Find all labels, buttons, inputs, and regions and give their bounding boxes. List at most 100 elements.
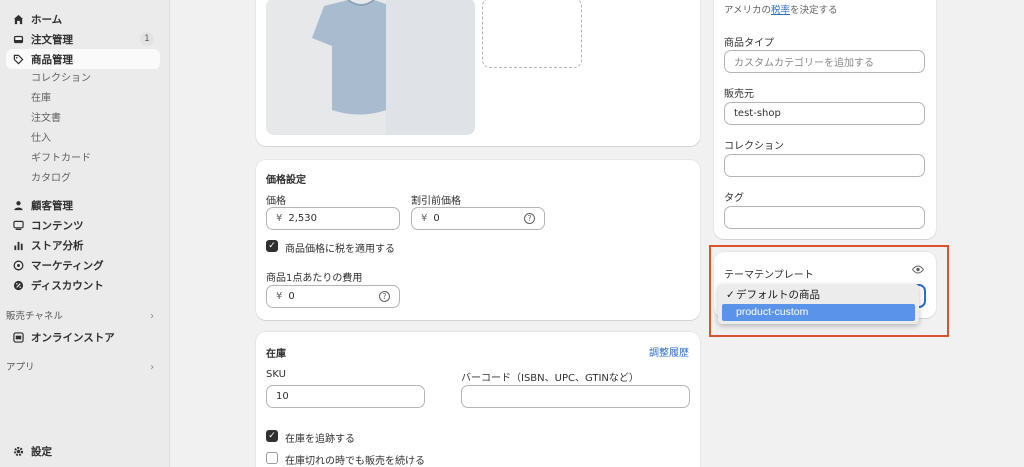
pricing-card: 価格設定 価格 ¥ 2,530 割引前価格 ¥ 0 ? ✓ 商品価格に税を適用す… xyxy=(256,160,700,320)
nav-products-label: 商品管理 xyxy=(31,53,73,66)
continue-selling-checkbox[interactable] xyxy=(266,452,278,464)
help-icon[interactable]: ? xyxy=(524,213,535,224)
discount-icon xyxy=(12,279,24,291)
chevron-right-icon: › xyxy=(150,311,154,322)
sku-input[interactable]: 10 xyxy=(266,385,425,408)
price-label: 価格 xyxy=(266,196,286,207)
sidebar-sub-catalogs[interactable]: カタログ xyxy=(31,171,71,187)
nav-orders[interactable]: 注文管理 1 xyxy=(6,29,160,49)
apps-label: アプリ xyxy=(6,362,35,373)
nav-settings[interactable]: 設定 xyxy=(6,441,160,461)
template-option-default[interactable]: ✓ デフォルトの商品 xyxy=(722,287,915,304)
sidebar-sub-collections[interactable]: コレクション xyxy=(31,71,91,87)
nav-analytics-label: ストア分析 xyxy=(31,239,84,252)
tag-icon xyxy=(12,53,24,65)
nav-online-store-label: オンラインストア xyxy=(31,331,115,344)
tax-note-prefix: アメリカの xyxy=(724,5,772,16)
collections-label: コレクション xyxy=(724,141,784,152)
media-card xyxy=(256,0,700,146)
vendor-value: test-shop xyxy=(734,108,781,119)
continue-selling-label: 在庫切れの時でも販売を続ける xyxy=(285,456,425,467)
sidebar-sub-gift-cards[interactable]: ギフトカード xyxy=(31,151,91,167)
sidebar-sub-inventory[interactable]: 在庫 xyxy=(31,91,51,107)
nav-marketing-label: マーケティング xyxy=(31,259,104,272)
gear-icon xyxy=(12,445,24,457)
adjustment-history-link[interactable]: 調整履歴 xyxy=(649,344,689,359)
nav-customers-label: 顧客管理 xyxy=(31,199,73,212)
product-image[interactable] xyxy=(266,0,475,135)
tax-rate-link[interactable]: 税率 xyxy=(771,5,790,16)
compare-price-currency: ¥ xyxy=(421,213,428,224)
sku-value: 10 xyxy=(276,391,289,402)
theme-template-title: テーマテンプレート xyxy=(724,270,814,281)
compare-price-value: 0 xyxy=(433,213,440,224)
pricing-title: 価格設定 xyxy=(266,175,306,186)
apps-section[interactable]: アプリ › xyxy=(6,360,160,376)
product-organization-card: アメリカの税率を決定する 商品タイプ カスタムカテゴリーを追加する 販売元 te… xyxy=(714,0,936,239)
nav-online-store[interactable]: オンラインストア xyxy=(6,327,160,347)
collections-input[interactable] xyxy=(724,154,925,177)
tax-checkbox-label: 商品価格に税を適用する xyxy=(285,244,395,255)
vendor-input[interactable]: test-shop xyxy=(724,102,925,125)
compare-price-input[interactable]: ¥ 0 ? xyxy=(411,207,545,230)
nav-home[interactable]: ホーム xyxy=(6,9,160,29)
home-icon xyxy=(12,13,24,25)
content-icon xyxy=(12,219,24,231)
tags-label: タグ xyxy=(724,193,744,204)
nav-content[interactable]: コンテンツ xyxy=(6,215,160,235)
sidebar-sub-purchase-orders[interactable]: 注文書 xyxy=(31,111,61,127)
product-type-input[interactable]: カスタムカテゴリーを追加する xyxy=(724,50,925,73)
price-input[interactable]: ¥ 2,530 xyxy=(266,207,400,230)
product-type-label: 商品タイプ xyxy=(724,38,774,49)
track-inventory-checkbox[interactable]: ✓ xyxy=(266,430,278,442)
price-value: 2,530 xyxy=(288,213,318,224)
help-icon[interactable]: ? xyxy=(379,291,390,302)
nav-orders-label: 注文管理 xyxy=(31,33,73,46)
price-currency: ¥ xyxy=(276,213,283,224)
tax-note: アメリカの税率を決定する xyxy=(724,2,838,16)
nav-analytics[interactable]: ストア分析 xyxy=(6,235,160,255)
product-type-placeholder: カスタムカテゴリーを追加する xyxy=(734,58,874,69)
cost-value: 0 xyxy=(288,291,295,302)
target-icon xyxy=(12,259,24,271)
compare-price-label: 割引前価格 xyxy=(411,196,461,207)
sku-label: SKU xyxy=(266,369,286,380)
person-icon xyxy=(12,199,24,211)
cost-label: 商品1点あたりの費用 xyxy=(266,273,363,284)
cost-input[interactable]: ¥ 0 ? xyxy=(266,285,400,308)
sales-channels-section[interactable]: 販売チャネル › xyxy=(6,309,160,325)
nav-home-label: ホーム xyxy=(31,13,63,26)
inbox-icon xyxy=(12,33,24,45)
chevron-right-icon: › xyxy=(150,362,154,373)
nav-settings-label: 設定 xyxy=(31,445,52,458)
theme-template-dropdown: ✓ デフォルトの商品 product-custom xyxy=(718,284,919,324)
storefront-icon xyxy=(12,331,24,343)
tax-checkbox[interactable]: ✓ xyxy=(266,240,278,252)
nav-marketing[interactable]: マーケティング xyxy=(6,255,160,275)
template-option-default-label: デフォルトの商品 xyxy=(736,289,820,301)
inventory-title: 在庫 xyxy=(266,349,286,360)
nav-content-label: コンテンツ xyxy=(31,219,84,232)
sidebar-sub-transfers[interactable]: 仕入 xyxy=(31,131,51,147)
cost-currency: ¥ xyxy=(276,291,283,302)
nav-discounts[interactable]: ディスカウント xyxy=(6,275,160,295)
sales-channels-label: 販売チャネル xyxy=(6,311,63,322)
nav-customers[interactable]: 顧客管理 xyxy=(6,195,160,215)
nav-products[interactable]: 商品管理 xyxy=(6,49,160,69)
bar-chart-icon xyxy=(12,239,24,251)
vendor-label: 販売元 xyxy=(724,89,754,100)
barcode-label: バーコード（ISBN、UPC、GTINなど） xyxy=(461,373,639,384)
sidebar: ホーム 注文管理 1 商品管理 コレクション 在庫 注文書 仕入 ギフトカード … xyxy=(0,0,170,467)
track-inventory-label: 在庫を追跡する xyxy=(285,434,355,445)
add-media-dropzone[interactable] xyxy=(482,0,582,68)
template-option-custom[interactable]: product-custom xyxy=(722,304,915,321)
barcode-input[interactable] xyxy=(461,385,690,408)
checkmark-icon: ✓ xyxy=(726,289,735,301)
tags-input[interactable] xyxy=(724,206,925,229)
template-option-custom-label: product-custom xyxy=(736,306,809,318)
inventory-card: 在庫 調整履歴 SKU 10 バーコード（ISBN、UPC、GTINなど） ✓ … xyxy=(256,332,700,467)
orders-count-badge: 1 xyxy=(140,32,154,46)
nav-discounts-label: ディスカウント xyxy=(31,279,104,292)
eye-icon[interactable] xyxy=(911,264,925,277)
tax-note-suffix: を決定する xyxy=(790,5,838,16)
